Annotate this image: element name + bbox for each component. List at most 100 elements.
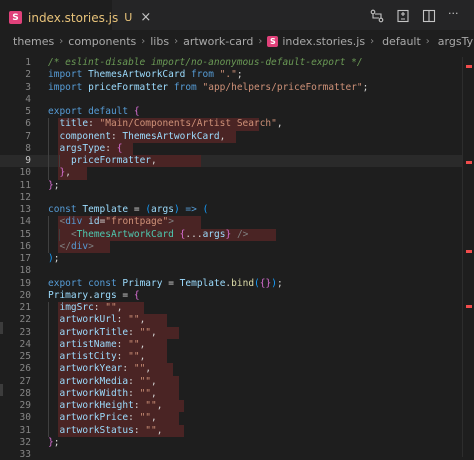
line-number: 6: [25, 118, 31, 130]
code-text: priceFormatter,: [70, 155, 157, 166]
breadcrumb-themes[interactable]: themes: [13, 35, 54, 48]
line-number: 15: [19, 228, 31, 240]
line-number: 22: [19, 314, 31, 326]
gutter-marker: [0, 384, 3, 396]
code-editor[interactable]: 1 /* eslint-disable import/no-anonymous-d…: [0, 57, 474, 460]
code-text: },: [59, 167, 71, 179]
line-number: 14: [19, 216, 31, 228]
line-number: 18: [19, 265, 31, 277]
code-line[interactable]: 9 priceFormatter,: [0, 155, 474, 168]
code-line[interactable]: 33: [0, 449, 474, 460]
breadcrumb-components[interactable]: components: [68, 35, 136, 48]
code-text: import priceFormatter from "app/helpers/…: [48, 81, 369, 93]
line-number: 11: [19, 179, 31, 191]
code-line[interactable]: 10 },: [0, 167, 474, 180]
code-line[interactable]: 20 Primary.args = {: [0, 290, 474, 302]
code-line[interactable]: 16 </div>: [0, 240, 474, 253]
compare-changes-icon[interactable]: [370, 9, 384, 23]
error-marker: [466, 65, 472, 68]
code-text: artworkTitle: "",: [59, 326, 157, 338]
line-number: 26: [19, 363, 31, 375]
code-text: artistName: "",: [59, 338, 146, 350]
line-number: 28: [19, 387, 31, 399]
code-line[interactable]: 21 imgSrc: "",: [0, 302, 474, 315]
code-text: artworkUrl: "",: [59, 314, 146, 326]
open-changes-icon[interactable]: [396, 9, 410, 23]
code-line[interactable]: 6 title: "Main/Components/Artist Search"…: [0, 118, 474, 131]
code-text: artworkHeight: "",: [59, 400, 163, 411]
code-line[interactable]: 4: [0, 94, 474, 106]
code-text: Primary.args = {: [48, 289, 140, 301]
code-line[interactable]: 23 artworkTitle: "",: [0, 326, 474, 339]
breadcrumb-separator: ›: [258, 35, 263, 47]
untracked-badge: U: [124, 11, 133, 24]
code-text: artworkMedia: "",: [59, 375, 157, 387]
code-line[interactable]: 18: [0, 265, 474, 277]
code-line[interactable]: 7 component: ThemesArtworkCard,: [0, 130, 474, 143]
code-line[interactable]: 2 import ThemesArtworkCard from ".";: [0, 69, 474, 81]
line-number: 25: [19, 351, 31, 362]
code-text: /* eslint-disable import/no-anonymous-de…: [48, 57, 363, 68]
code-text: title: "Main/Components/Artist Search",: [59, 118, 283, 130]
code-line[interactable]: 30 artworkPrice: "",: [0, 412, 474, 425]
editor-tab-bar: S index.stories.js U × ···: [0, 0, 474, 34]
line-number: 30: [19, 412, 31, 424]
error-marker: [466, 305, 472, 308]
code-text: <ThemesArtworkCard {...args} />: [70, 228, 249, 240]
split-editor-icon[interactable]: [422, 9, 436, 23]
code-line[interactable]: 22 artworkUrl: "",: [0, 314, 474, 327]
code-text: <div id="frontpage">: [59, 216, 174, 228]
code-line[interactable]: 17);: [0, 253, 474, 265]
code-text: artworkWidth: "",: [59, 387, 157, 399]
code-line[interactable]: 19 export const Primary = Template.bind({…: [0, 278, 474, 290]
code-line[interactable]: 32};: [0, 437, 474, 449]
breadcrumb-libs[interactable]: libs: [150, 35, 169, 48]
line-number: 1: [25, 57, 31, 68]
code-line[interactable]: 11};: [0, 180, 474, 192]
code-text: artistCity: "",: [59, 351, 146, 362]
error-marker: [466, 250, 472, 253]
line-number: 32: [19, 436, 31, 448]
code-line[interactable]: 31 artworkStatus: "",: [0, 424, 474, 437]
code-line[interactable]: 8 argsType: {: [0, 142, 474, 155]
line-number: 9: [25, 155, 31, 166]
code-line[interactable]: 1 /* eslint-disable import/no-anonymous-d…: [0, 57, 474, 69]
tab-title: index.stories.js: [28, 10, 119, 25]
code-line[interactable]: 24 artistName: "",: [0, 338, 474, 351]
breadcrumb-file[interactable]: index.stories.js: [282, 35, 365, 48]
line-number: 31: [19, 424, 31, 436]
breadcrumb-separator: ›: [425, 35, 430, 47]
code-text: export default {: [48, 106, 140, 117]
editor-actions: ···: [370, 8, 464, 23]
code-line[interactable]: 12: [0, 192, 474, 204]
code-line[interactable]: 27 artworkMedia: "",: [0, 375, 474, 388]
code-text: import ThemesArtworkCard from ".";: [48, 69, 243, 81]
line-number: 20: [19, 289, 31, 301]
line-number: 29: [19, 400, 31, 411]
code-text: export const Primary = Template.bind({})…: [48, 277, 283, 289]
code-line[interactable]: 13 const Template = (args) => (: [0, 204, 474, 216]
code-text: const Template = (args) => (: [48, 204, 209, 215]
line-number: 21: [19, 302, 31, 313]
code-line[interactable]: 28 artworkWidth: "",: [0, 387, 474, 400]
close-tab-icon[interactable]: ×: [140, 10, 151, 25]
breadcrumb-artwork-card[interactable]: artwork-card: [183, 35, 253, 48]
breadcrumb-separator: ›: [174, 35, 179, 47]
code-line[interactable]: 5 export default {: [0, 106, 474, 118]
breadcrumb-symbol-argstype[interactable]: argsType: [438, 35, 474, 48]
code-text: );: [48, 253, 60, 264]
more-actions-icon[interactable]: ···: [448, 8, 464, 23]
code-line[interactable]: 14 <div id="frontpage">: [0, 216, 474, 229]
line-number: 10: [19, 167, 31, 179]
code-line[interactable]: 25 artistCity: "",: [0, 351, 474, 364]
code-line[interactable]: 26 artworkYear: "",: [0, 363, 474, 376]
line-number: 7: [25, 130, 31, 142]
code-text: imgSrc: "",: [59, 302, 123, 313]
line-number: 27: [19, 375, 31, 387]
tab-index-stories[interactable]: S index.stories.js U ×: [0, 0, 151, 34]
breadcrumb-symbol-default[interactable]: default: [382, 35, 421, 48]
code-line[interactable]: 15 <ThemesArtworkCard {...args} />: [0, 228, 474, 241]
code-line[interactable]: 29 artworkHeight: "",: [0, 400, 474, 413]
editor-scrollbar[interactable]: [462, 57, 474, 457]
code-line[interactable]: 3 import priceFormatter from "app/helpers…: [0, 82, 474, 94]
